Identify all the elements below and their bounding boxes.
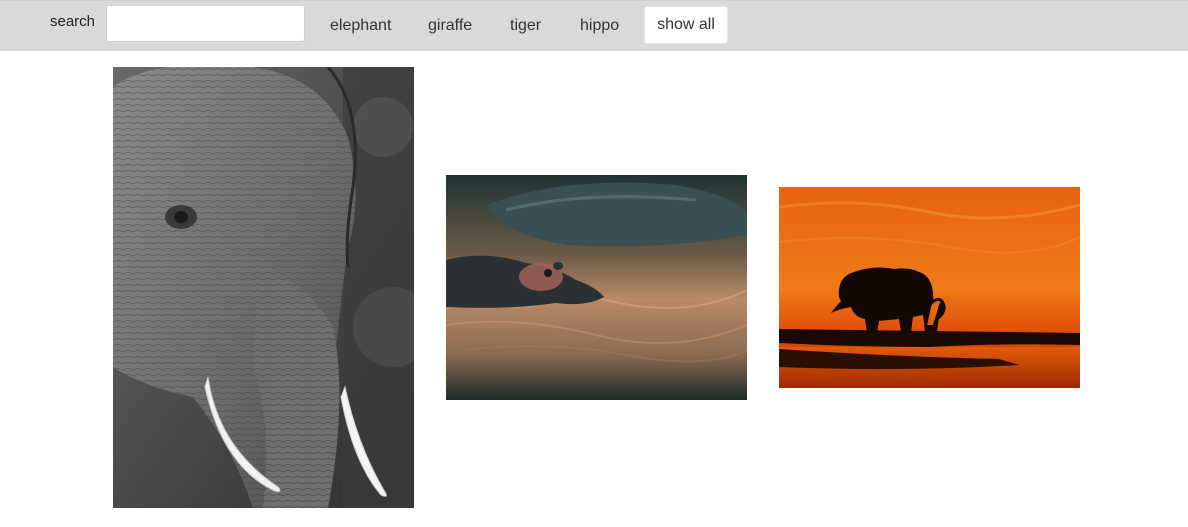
- show-all-button[interactable]: show all: [644, 6, 728, 44]
- gallery-photo-hippo[interactable]: [446, 175, 747, 400]
- filter-hippo-button[interactable]: hippo: [580, 7, 619, 44]
- filter-giraffe-button[interactable]: giraffe: [428, 7, 472, 44]
- gallery-photo-elephant-sunset[interactable]: [779, 187, 1080, 388]
- gallery-photo-elephant-bw[interactable]: [113, 67, 414, 508]
- search-input[interactable]: [106, 5, 305, 42]
- filter-tiger-button[interactable]: tiger: [510, 7, 541, 44]
- elephant-bw-image: [113, 67, 414, 508]
- filter-elephant-button[interactable]: elephant: [330, 7, 391, 44]
- hippo-image: [446, 175, 747, 400]
- search-label: search: [50, 13, 96, 30]
- filter-toolbar: search elephant giraffe tiger hippo show…: [0, 0, 1188, 51]
- elephant-sunset-image: [779, 187, 1080, 388]
